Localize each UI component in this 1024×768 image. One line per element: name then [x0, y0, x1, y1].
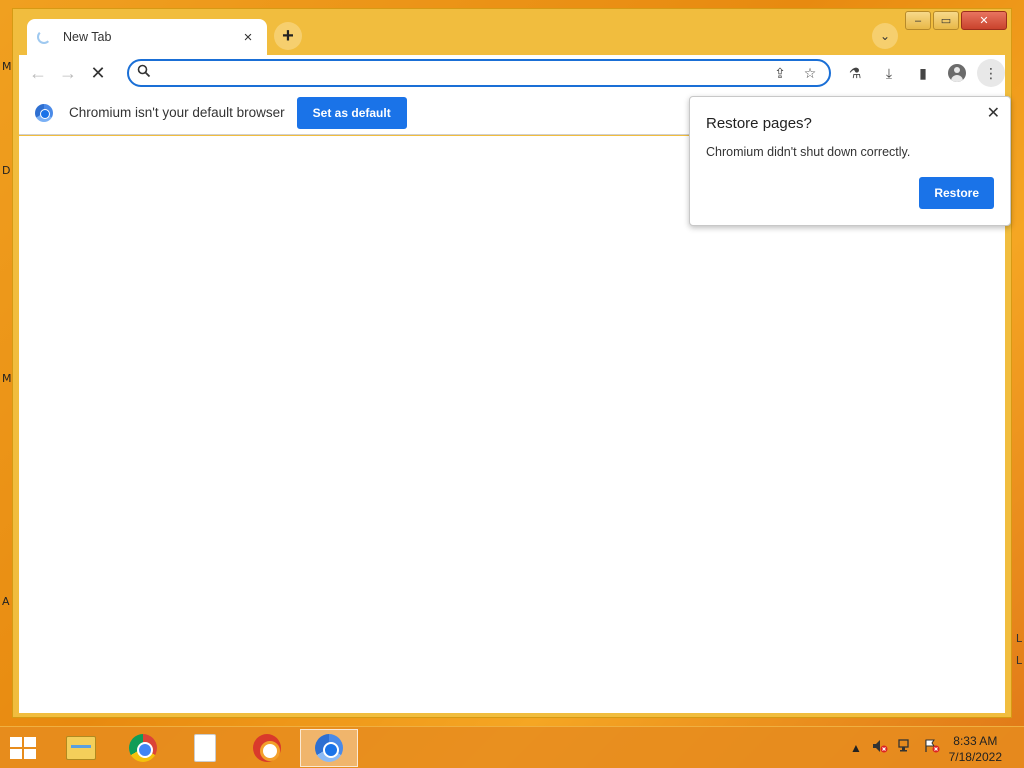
- loading-spinner-icon: [37, 30, 51, 44]
- taskbar-app-red[interactable]: [238, 729, 296, 767]
- search-icon: [137, 64, 151, 83]
- start-button[interactable]: [10, 737, 38, 761]
- minimize-button[interactable]: –: [905, 11, 931, 30]
- file-explorer-icon: [66, 736, 96, 760]
- show-hidden-icons-arrow-icon[interactable]: ▲: [850, 741, 862, 755]
- tab-new-tab[interactable]: New Tab ×: [27, 19, 267, 55]
- title-bar: New Tab × + ⌄ – ▭ ✕: [13, 9, 1011, 55]
- maximize-button[interactable]: ▭: [933, 11, 959, 30]
- window-controls: – ▭ ✕: [905, 11, 1007, 30]
- close-tab-icon[interactable]: ×: [239, 29, 257, 46]
- chrome-icon: [129, 734, 157, 762]
- action-center-flag-icon[interactable]: [924, 739, 940, 756]
- address-input[interactable]: [159, 65, 769, 81]
- chromium-logo-icon: [35, 103, 53, 122]
- taskbar: ▲ 8:33 AM 7/18/2022: [0, 726, 1024, 768]
- clock-time: 8:33 AM: [953, 734, 998, 748]
- desktop-icon-label: M: [2, 372, 12, 385]
- labs-flask-icon[interactable]: ⚗: [841, 59, 869, 87]
- desktop-edge-mark: L: [1015, 632, 1022, 645]
- app-icon: [253, 734, 281, 762]
- download-icon[interactable]: ⤓: [875, 59, 903, 87]
- tab-title: New Tab: [63, 30, 112, 44]
- chromium-icon: [315, 734, 343, 762]
- network-icon[interactable]: [898, 739, 914, 756]
- desktop-edge-mark: L: [1015, 654, 1022, 667]
- close-icon[interactable]: ✕: [987, 103, 1000, 123]
- avatar-icon: [948, 64, 966, 82]
- bookmark-star-icon[interactable]: ☆: [799, 65, 821, 82]
- taskbar-document[interactable]: [176, 729, 234, 767]
- new-tab-button[interactable]: +: [274, 22, 302, 50]
- desktop-icon-label: M: [2, 60, 12, 73]
- restore-button[interactable]: Restore: [919, 177, 994, 209]
- forward-button[interactable]: →: [53, 58, 83, 88]
- system-tray: ▲: [850, 739, 940, 756]
- back-button[interactable]: ←: [23, 58, 53, 88]
- dialog-message: Chromium didn't shut down correctly.: [706, 145, 911, 159]
- menu-button[interactable]: ⋮: [977, 59, 1005, 87]
- omnibox[interactable]: ⇪ ☆: [127, 59, 831, 87]
- toolbar-actions: ⚗ ⤓ ▮ ⋮: [841, 59, 1005, 87]
- profile-avatar-button[interactable]: [943, 59, 971, 87]
- system-clock[interactable]: 8:33 AM 7/18/2022: [949, 733, 1002, 765]
- taskbar-file-explorer[interactable]: [52, 729, 110, 767]
- close-window-button[interactable]: ✕: [961, 11, 1007, 30]
- document-icon: [194, 734, 216, 762]
- share-icon[interactable]: ⇪: [769, 65, 791, 82]
- infobar-message: Chromium isn't your default browser: [69, 105, 285, 120]
- taskbar-chromium[interactable]: [300, 729, 358, 767]
- clock-date: 7/18/2022: [948, 750, 1002, 764]
- set-as-default-button[interactable]: Set as default: [296, 96, 407, 129]
- browser-window: New Tab × + ⌄ – ▭ ✕ ← → ✕ ⇪ ☆ ⚗ ⤓ ▮ ⋮ Ch…: [12, 8, 1012, 718]
- volume-muted-icon[interactable]: [872, 739, 888, 756]
- taskbar-chrome[interactable]: [114, 729, 172, 767]
- desktop-icon-label: D: [2, 164, 11, 177]
- toolbar: ← → ✕ ⇪ ☆ ⚗ ⤓ ▮ ⋮: [19, 55, 1005, 91]
- restore-pages-dialog: Restore pages? Chromium didn't shut down…: [689, 96, 1011, 226]
- desktop-icon-label: A: [2, 595, 10, 608]
- dialog-title: Restore pages?: [706, 115, 812, 132]
- stop-loading-button[interactable]: ✕: [83, 58, 113, 88]
- tab-search-button[interactable]: ⌄: [872, 23, 898, 49]
- side-panel-icon[interactable]: ▮: [909, 59, 937, 87]
